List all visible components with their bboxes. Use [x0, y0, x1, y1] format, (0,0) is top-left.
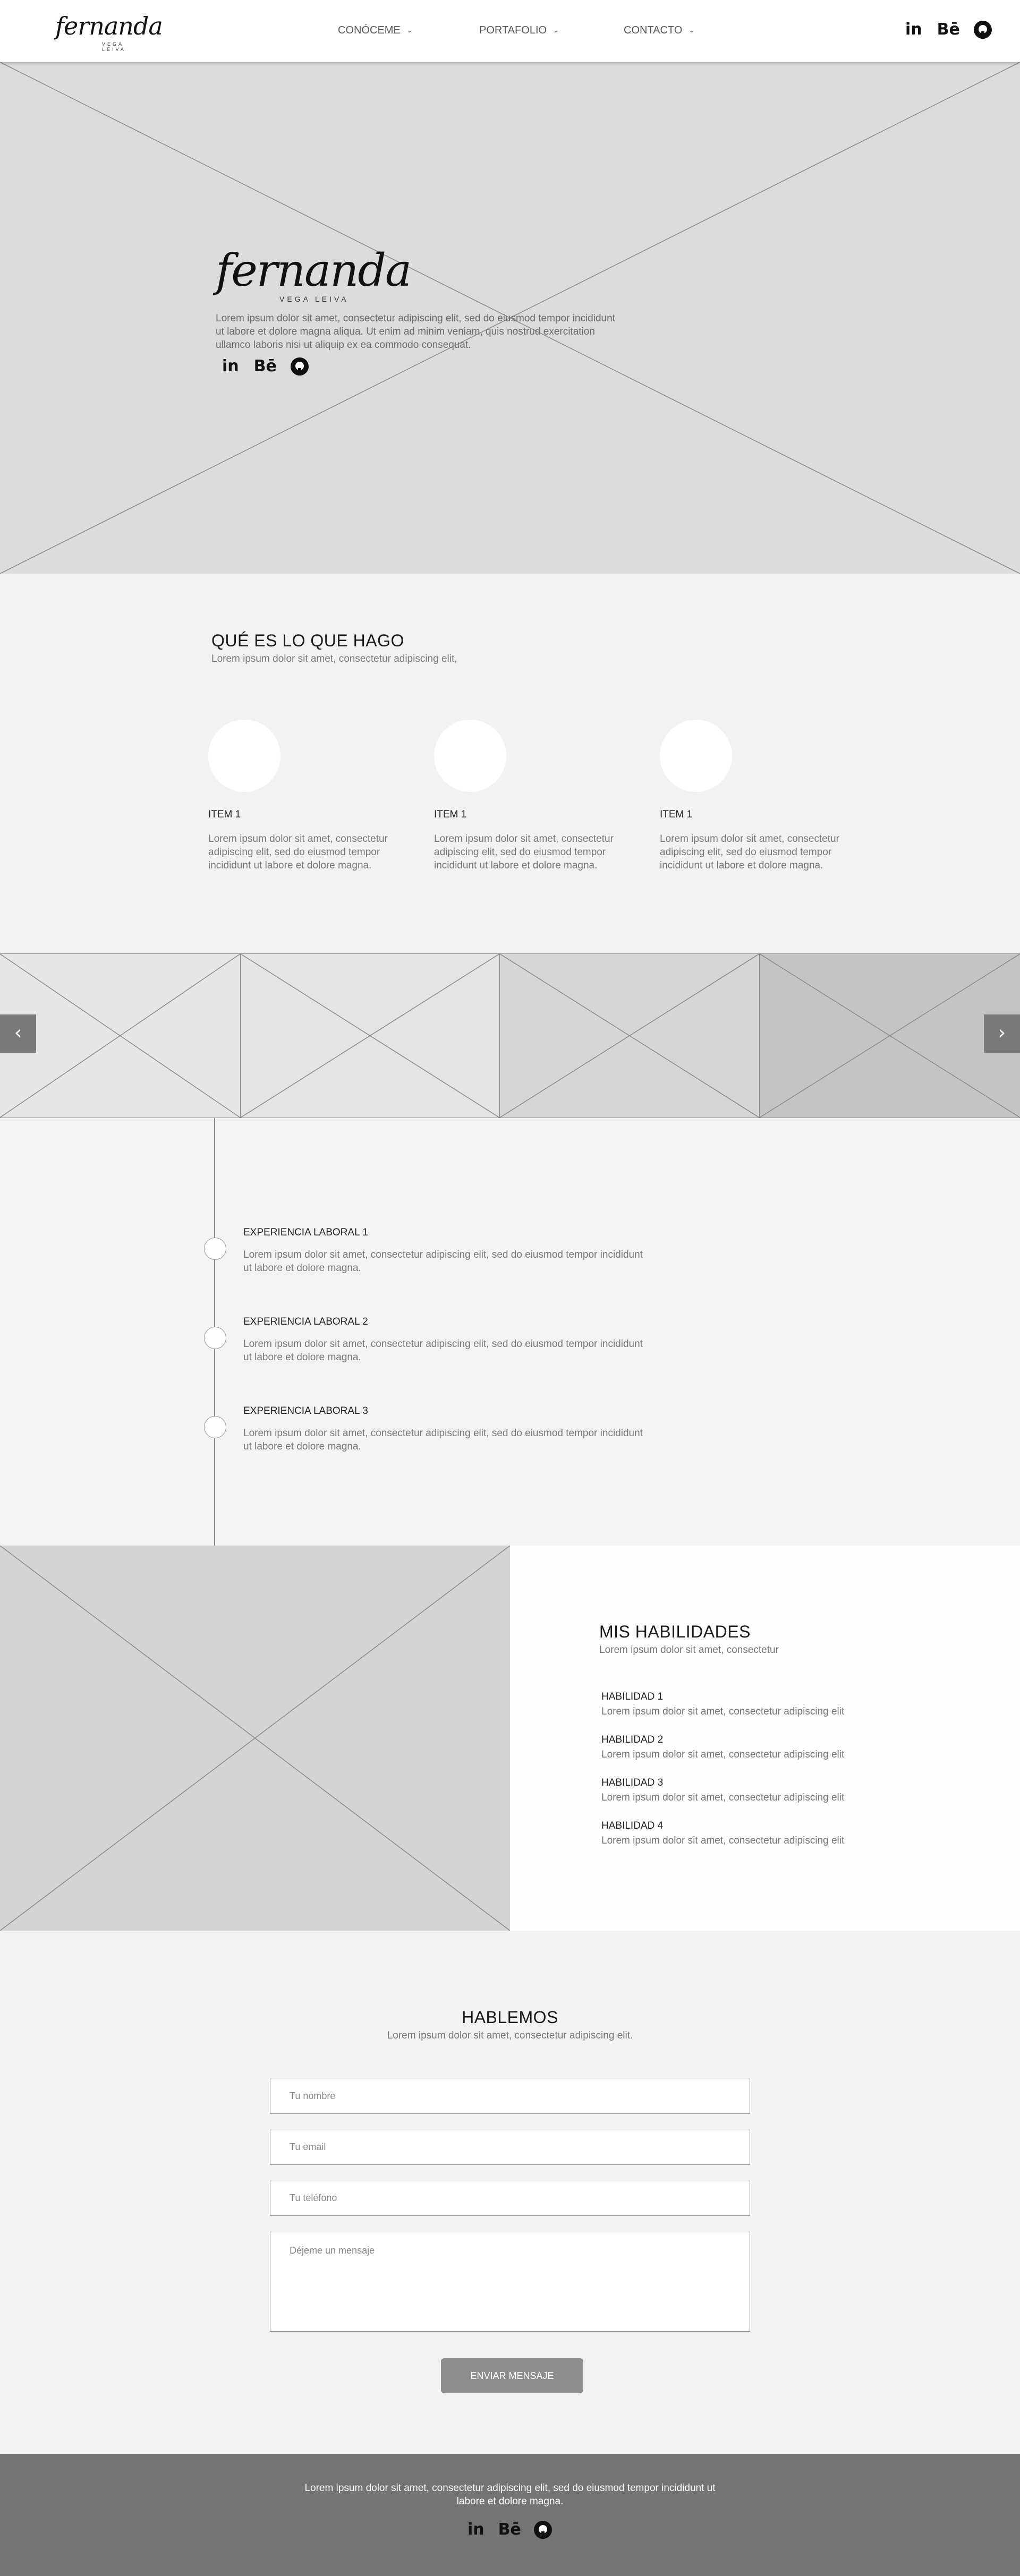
service-item: ITEM 1 Lorem ipsum dolor sit amet, conse… [208, 720, 415, 872]
service-image [208, 720, 280, 792]
skill-item: HABILIDAD 3 Lorem ipsum dolor sit amet, … [601, 1777, 844, 1804]
github-icon[interactable] [533, 2520, 552, 2539]
chevron-down-icon: ⌄ [406, 26, 413, 34]
nav-item-label: PORTAFOLIO [479, 24, 547, 36]
carousel-next-button[interactable]: › [984, 1014, 1020, 1053]
logo-subtitle: VEGA LEIVA [102, 41, 126, 52]
message-field[interactable] [270, 2231, 750, 2332]
service-image [660, 720, 732, 792]
github-icon[interactable] [290, 357, 309, 376]
timeline-dot [204, 1327, 226, 1349]
linkedin-icon[interactable]: in [222, 357, 239, 376]
skill-description: Lorem ipsum dolor sit amet, consectetur … [601, 1749, 845, 1760]
footer-text: Lorem ipsum dolor sit amet, consectetur … [304, 2483, 716, 2507]
phone-field[interactable] [270, 2180, 750, 2216]
portfolio-carousel [0, 953, 1020, 1118]
skill-item: HABILIDAD 1 Lorem ipsum dolor sit amet, … [601, 1691, 844, 1718]
site-header: fernanda VEGA LEIVA CONÓCEME ⌄ PORTAFOLIO… [0, 0, 1020, 62]
chevron-down-icon: ⌄ [688, 26, 695, 34]
timeline-entry-description: Lorem ipsum dolor sit amet, consectetur … [243, 1428, 643, 1452]
service-item: ITEM 1 Lorem ipsum dolor sit amet, conse… [434, 720, 641, 872]
skill-title: HABILIDAD 1 [601, 1691, 664, 1702]
skill-title: HABILIDAD 2 [601, 1734, 664, 1745]
timeline-dot [204, 1238, 226, 1260]
timeline-entry: EXPERIENCIA LABORAL 1 Lorem ipsum dolor … [243, 1227, 647, 1275]
skill-item: HABILIDAD 2 Lorem ipsum dolor sit amet, … [601, 1734, 844, 1761]
hero-logo: fernanda VEGA LEIVA [216, 244, 412, 303]
contact-title: HABLEMOS [462, 2008, 558, 2027]
linkedin-icon[interactable]: in [468, 2520, 484, 2539]
timeline-entry-description: Lorem ipsum dolor sit amet, consectetur … [243, 1249, 643, 1274]
carousel-slide[interactable] [241, 954, 500, 1118]
behance-icon[interactable]: Bē [254, 357, 277, 376]
nav-item-label: CONÓCEME [338, 24, 401, 36]
service-item: ITEM 1 Lorem ipsum dolor sit amet, conse… [660, 720, 867, 872]
skill-title: HABILIDAD 4 [601, 1820, 664, 1831]
chevron-down-icon: ⌄ [553, 26, 559, 34]
nav-item-label: CONTACTO [624, 24, 683, 36]
site-footer [0, 2454, 1020, 2576]
email-field[interactable] [270, 2129, 750, 2165]
service-title: ITEM 1 [434, 809, 467, 820]
chevron-right-icon: › [998, 1022, 1006, 1044]
timeline-entry-description: Lorem ipsum dolor sit amet, consectetur … [243, 1338, 643, 1363]
hero-logo-script: fernanda [216, 244, 412, 296]
section-subtitle: Lorem ipsum dolor sit amet, consectetur … [211, 653, 457, 664]
hero-image-placeholder: fernanda VEGA LEIVA Lorem ipsum dolor si… [0, 62, 1020, 574]
skills-subtitle: Lorem ipsum dolor sit amet, consectetur [599, 1644, 779, 1656]
skill-description: Lorem ipsum dolor sit amet, consectetur … [601, 1706, 845, 1717]
timeline-dot [204, 1416, 226, 1438]
skill-title: HABILIDAD 3 [601, 1777, 664, 1788]
nav-item-contacto[interactable]: CONTACTO ⌄ [624, 24, 694, 37]
service-title: ITEM 1 [208, 809, 241, 820]
service-description: Lorem ipsum dolor sit amet, consectetur … [660, 833, 839, 871]
logo-script: fernanda [55, 12, 163, 40]
name-field[interactable] [270, 2078, 750, 2114]
section-title: QUÉ ES LO QUE HAGO [211, 631, 404, 650]
service-title: ITEM 1 [660, 809, 693, 820]
hero-logo-subtitle: VEGA LEIVA [279, 295, 349, 303]
nav-item-conoceme[interactable]: CONÓCEME ⌄ [338, 24, 413, 37]
service-description: Lorem ipsum dolor sit amet, consectetur … [208, 833, 388, 871]
timeline-entry: EXPERIENCIA LABORAL 3 Lorem ipsum dolor … [243, 1405, 647, 1453]
skills-title: MIS HABILIDADES [599, 1622, 751, 1641]
skill-description: Lorem ipsum dolor sit amet, consectetur … [601, 1835, 845, 1846]
timeline-entry-title: EXPERIENCIA LABORAL 1 [243, 1227, 368, 1238]
skills-image-placeholder [0, 1546, 510, 1931]
timeline-entry-title: EXPERIENCIA LABORAL 3 [243, 1405, 368, 1417]
nav-item-portafolio[interactable]: PORTAFOLIO ⌄ [479, 24, 559, 37]
contact-subtitle: Lorem ipsum dolor sit amet, consectetur … [387, 2030, 633, 2041]
github-icon[interactable] [973, 20, 992, 39]
skill-description: Lorem ipsum dolor sit amet, consectetur … [601, 1792, 845, 1803]
hero-description: Lorem ipsum dolor sit amet, consectetur … [216, 313, 615, 351]
header-social-links: in Bē [905, 20, 992, 39]
logo[interactable]: fernanda VEGA LEIVA [55, 12, 163, 52]
behance-icon[interactable]: Bē [937, 20, 960, 39]
carousel-slide[interactable] [760, 954, 1020, 1118]
placeholder-cross [0, 1546, 510, 1931]
carousel-prev-button[interactable]: ‹ [0, 1014, 36, 1053]
service-image [434, 720, 506, 792]
timeline-entry-title: EXPERIENCIA LABORAL 2 [243, 1316, 368, 1327]
linkedin-icon[interactable]: in [905, 20, 922, 39]
footer-social-links: in Bē [468, 2520, 552, 2539]
service-description: Lorem ipsum dolor sit amet, consectetur … [434, 833, 614, 871]
send-message-button[interactable]: ENVIAR MENSAJE [441, 2358, 583, 2393]
timeline-entry: EXPERIENCIA LABORAL 2 Lorem ipsum dolor … [243, 1316, 647, 1364]
chevron-left-icon: ‹ [14, 1022, 22, 1044]
carousel-slide[interactable] [500, 954, 760, 1118]
behance-icon[interactable]: Bē [498, 2520, 521, 2539]
hero-social-links: in Bē [222, 357, 309, 376]
skill-item: HABILIDAD 4 Lorem ipsum dolor sit amet, … [601, 1820, 844, 1847]
